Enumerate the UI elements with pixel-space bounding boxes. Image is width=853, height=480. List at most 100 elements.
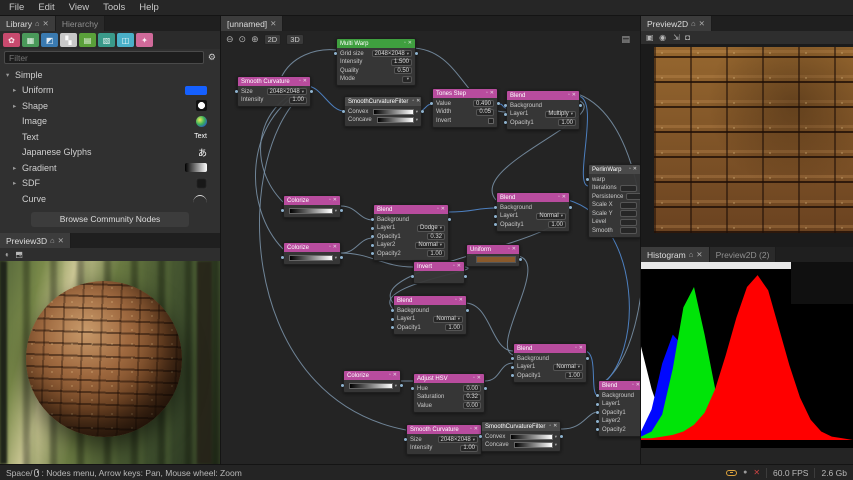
input-port[interactable] [342, 110, 345, 113]
input-port[interactable] [391, 309, 394, 312]
input-port[interactable] [596, 403, 599, 406]
input-port[interactable] [504, 104, 507, 107]
node-close-icon[interactable]: ✕ [303, 79, 307, 84]
node-preview-icon[interactable]: ▫ [473, 376, 475, 381]
param-dropdown[interactable]: 2048×2048▾ [372, 50, 412, 57]
input-port[interactable] [235, 90, 238, 93]
param-number[interactable] [620, 227, 637, 234]
param-gradient[interactable]: ▾ [373, 109, 418, 115]
preview3d-viewport[interactable] [0, 261, 220, 464]
stop-render-icon[interactable]: ✕ [753, 469, 760, 477]
category-noise-icon[interactable]: ▚ [60, 33, 77, 47]
graph-tab[interactable]: [unnamed] ✕ [221, 16, 283, 31]
param-dropdown[interactable]: ▾ [402, 76, 412, 83]
node-close-icon[interactable]: ✕ [512, 247, 516, 252]
node-preview-icon[interactable]: ▫ [453, 264, 455, 269]
param-checkbox[interactable] [488, 118, 494, 124]
tab-preview2d-2[interactable]: Preview2D (2) [710, 247, 777, 262]
param-dropdown[interactable]: Normal▾ [415, 242, 445, 249]
node-adjust-hsv[interactable]: Adjust HSV▫✕Hue0.00Saturation0.32Value0.… [413, 373, 485, 413]
param-gradient[interactable]: ▾ [510, 434, 557, 440]
param-number[interactable] [626, 193, 640, 200]
input-port[interactable] [494, 223, 497, 226]
menu-tools[interactable]: Tools [96, 1, 132, 14]
node-close-icon[interactable]: ✕ [572, 93, 576, 98]
node-close-icon[interactable]: ✕ [553, 424, 557, 429]
node-preview-icon[interactable]: ▫ [558, 195, 560, 200]
input-port[interactable] [371, 227, 374, 230]
node-smooth-curvature-2[interactable]: Smooth Curvature▫✕Size2048×2048▾Intensit… [406, 424, 482, 455]
preview-3d-button[interactable]: 3D [286, 34, 304, 45]
expand-arrow-icon[interactable]: ▸ [13, 86, 22, 94]
input-port[interactable] [334, 52, 337, 55]
input-port[interactable] [371, 244, 374, 247]
expand-arrow-icon[interactable]: ▸ [13, 164, 22, 172]
menu-edit[interactable]: Edit [31, 1, 61, 14]
node-preview-icon[interactable]: ▫ [629, 167, 631, 172]
input-port[interactable] [371, 218, 374, 221]
node-smooth-curvature-filter-1[interactable]: SmoothCurvatureFilter▫✕Convex▾Concave▾ [344, 96, 422, 127]
tree-item-simple[interactable]: ▾Simple [0, 67, 220, 83]
param-dropdown[interactable]: 2048×2048▾ [438, 436, 478, 443]
node-close-icon[interactable]: ✕ [333, 198, 337, 203]
input-port[interactable] [596, 394, 599, 397]
category-misc-icon[interactable]: ✦ [136, 33, 153, 47]
param-gradient[interactable]: ▾ [289, 255, 337, 261]
input-port[interactable] [494, 215, 497, 218]
menu-file[interactable]: File [2, 1, 31, 14]
close-icon[interactable]: ✕ [699, 20, 705, 28]
param-number[interactable]: 0.32 [427, 233, 445, 240]
filter-settings-icon[interactable]: ⚙ [208, 52, 216, 63]
close-icon[interactable]: ✕ [696, 251, 702, 259]
category-filters-icon[interactable]: ◩ [41, 33, 58, 47]
input-port[interactable] [411, 387, 414, 390]
param-number[interactable]: 1.00 [548, 221, 566, 228]
node-colorize-2[interactable]: Colorize▫✕▾ [283, 242, 341, 265]
node-blend-5[interactable]: Blend▫✕BackgroundLayer1Normal▾Opacity11.… [513, 343, 587, 383]
node-tones-step[interactable]: Tones Step▫✕Value0.490Width0.05Invert [432, 88, 498, 128]
input-port[interactable] [511, 366, 514, 369]
node-preview-icon[interactable]: ▫ [568, 93, 570, 98]
node-blend-2[interactable]: Blend▫✕BackgroundLayer1Dodge▾Opacity10.3… [373, 204, 449, 261]
node-preview-icon[interactable]: ▫ [575, 346, 577, 351]
node-blend-3[interactable]: Blend▫✕BackgroundLayer1Normal▾Opacity11.… [496, 192, 570, 232]
node-close-icon[interactable]: ✕ [459, 298, 463, 303]
category-patterns-icon[interactable]: ▦ [22, 33, 39, 47]
param-number[interactable]: 1.00 [289, 97, 307, 104]
node-close-icon[interactable]: ✕ [441, 207, 445, 212]
eye-icon[interactable]: ◉ [659, 33, 666, 42]
param-dropdown[interactable]: Normal▾ [433, 316, 463, 323]
tree-item-curve[interactable]: Curve [0, 191, 220, 207]
tree-item-text[interactable]: TextText [0, 129, 220, 145]
node-close-icon[interactable]: ✕ [416, 99, 420, 104]
tree-item-japanese-glyphs[interactable]: Japanese Glyphsあ [0, 145, 220, 161]
param-number[interactable] [620, 210, 637, 217]
model-dropdown-icon[interactable]: ⬒▾ [15, 250, 21, 259]
input-port[interactable] [341, 384, 344, 387]
node-preview-icon[interactable]: ▫ [470, 427, 472, 432]
link-icon[interactable] [726, 470, 737, 476]
tab-library[interactable]: Library ⌂ ✕ [0, 16, 56, 31]
texture-select-icon[interactable]: ▣▾ [646, 33, 652, 42]
expand-arrow-icon[interactable]: ▸ [13, 179, 22, 187]
tree-item-gradient[interactable]: ▸Gradient [0, 160, 220, 176]
node-colorize-1[interactable]: Colorize▫✕▾ [283, 195, 341, 218]
param-dropdown[interactable]: 2048×2048▾ [267, 88, 307, 95]
zoom-reset-icon[interactable]: ⊙ [239, 35, 247, 44]
param-number[interactable]: 0.00 [463, 385, 481, 392]
param-number[interactable]: 1.00 [558, 119, 576, 126]
input-port[interactable] [511, 374, 514, 377]
node-close-icon[interactable]: ✕ [633, 167, 637, 172]
environment-dropdown-icon[interactable]: ◐▾ [5, 250, 8, 259]
input-port[interactable] [504, 113, 507, 116]
param-gradient[interactable]: ▾ [514, 442, 557, 448]
node-close-icon[interactable]: ✕ [636, 383, 640, 388]
node-blend-4[interactable]: Blend▫✕BackgroundLayer1Normal▾Opacity11.… [393, 295, 467, 335]
tree-item-uniform[interactable]: ▸Uniform [0, 83, 220, 99]
input-port[interactable] [504, 121, 507, 124]
input-port[interactable] [391, 318, 394, 321]
param-number[interactable]: 1.00 [460, 445, 478, 452]
preview-2d-button[interactable]: 2D [264, 34, 282, 45]
input-port[interactable] [411, 275, 414, 278]
param-dropdown[interactable]: Normal▾ [536, 213, 566, 220]
